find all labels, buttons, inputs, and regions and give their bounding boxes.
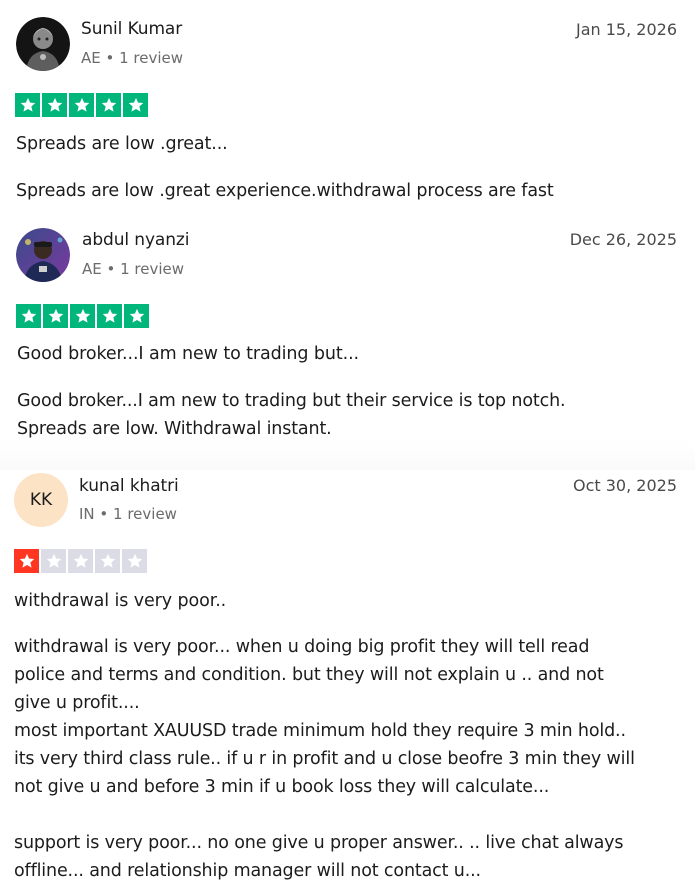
review-date: Oct 30, 2025 [573, 476, 677, 495]
star-empty-icon [68, 549, 93, 573]
star-empty-icon [122, 549, 147, 573]
review-body: withdrawal is very poor... when u doing … [14, 637, 635, 881]
reviewer-avatar[interactable]: KK [14, 473, 68, 527]
star-filled-icon [14, 549, 39, 573]
star-rating [14, 549, 147, 573]
review-card: KK kunal khatri IN • 1 review Oct 30, 20… [0, 0, 695, 894]
reviewer-name[interactable]: kunal khatri [79, 476, 179, 496]
review-title[interactable]: withdrawal is very poor.. [14, 591, 226, 611]
star-empty-icon [95, 549, 120, 573]
star-empty-icon [41, 549, 66, 573]
reviewer-meta: IN • 1 review [79, 505, 177, 523]
